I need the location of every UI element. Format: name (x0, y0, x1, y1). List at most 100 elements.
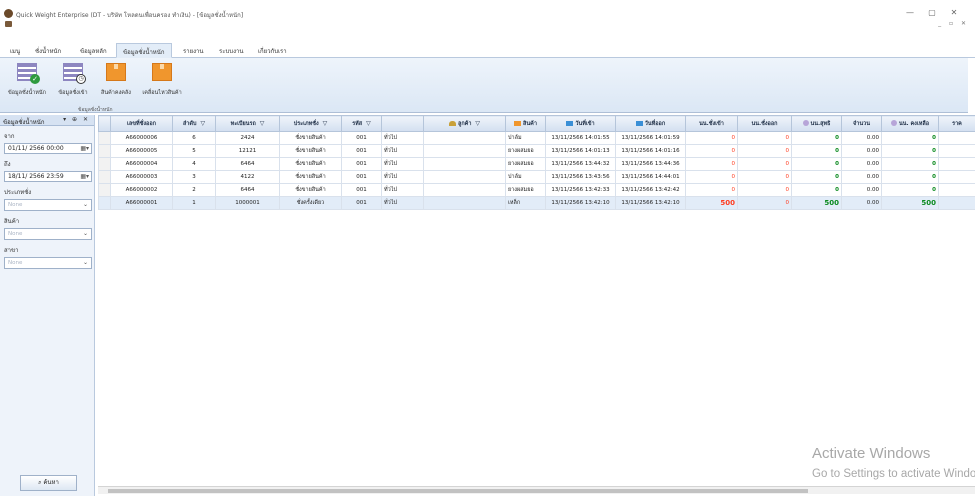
mdi-child-icon[interactable] (5, 21, 12, 27)
col-header-seq[interactable]: ลำดับ ▽ (172, 115, 216, 132)
tab-menu[interactable]: เมนู (10, 46, 20, 56)
maximize-button[interactable]: ▢ (925, 8, 939, 17)
row-selector[interactable] (98, 170, 111, 184)
col-header-price[interactable]: ราค (938, 115, 975, 132)
date-out-cell[interactable]: 13/11/2566 14:01:59 (615, 131, 686, 145)
remaining-cell[interactable]: 500 (881, 196, 939, 210)
type-cell[interactable]: ชั่งขายสินค้า (279, 170, 342, 184)
empty-cell[interactable] (423, 131, 506, 145)
type-cell[interactable]: ชั่งขายสินค้า (279, 144, 342, 158)
calendar-icon[interactable]: ▦▾ (80, 145, 89, 152)
weight-in-cell[interactable]: 0 (685, 144, 738, 158)
empty-cell[interactable] (938, 170, 975, 184)
col-header-date-in[interactable]: วันที่เข้า (545, 115, 616, 132)
empty-cell[interactable] (938, 144, 975, 158)
weight-in-cell[interactable]: 500 (685, 196, 738, 210)
date-out-cell[interactable]: 13/11/2566 13:42:10 (615, 196, 686, 210)
customer-cell[interactable]: ทั่วไป (381, 131, 424, 145)
col-header-net-weight[interactable]: นน.สุทธิ (791, 115, 842, 132)
col-header-weight-in[interactable]: นน.ชั่งเข้า (685, 115, 738, 132)
weight-out-cell[interactable]: 0 (737, 131, 792, 145)
doc-no-cell[interactable]: A66000006 (110, 131, 173, 145)
code-cell[interactable]: 001 (341, 157, 382, 171)
weight-out-cell[interactable]: 0 (737, 183, 792, 197)
empty-cell[interactable] (423, 183, 506, 197)
type-cell[interactable]: ชั่งขายสินค้า (279, 157, 342, 171)
weight-in-cell[interactable]: 0 (685, 131, 738, 145)
weight-out-cell[interactable]: 0 (737, 196, 792, 210)
date-in-cell[interactable]: 13/11/2566 13:44:32 (545, 157, 616, 171)
date-in-cell[interactable]: 13/11/2566 14:01:55 (545, 131, 616, 145)
net-weight-cell[interactable]: 0 (791, 131, 842, 145)
doc-no-cell[interactable]: A66000002 (110, 183, 173, 197)
date-out-cell[interactable]: 13/11/2566 14:01:16 (615, 144, 686, 158)
date-in-cell[interactable]: 13/11/2566 13:42:10 (545, 196, 616, 210)
net-weight-cell[interactable]: 0 (791, 170, 842, 184)
qty-cell[interactable]: 0.00 (841, 157, 882, 171)
weight-out-cell[interactable]: 0 (737, 170, 792, 184)
empty-cell[interactable] (423, 157, 506, 171)
qty-cell[interactable]: 0.00 (841, 144, 882, 158)
col-header-plate[interactable]: ทะเบียนรถ ▽ (215, 115, 280, 132)
empty-cell[interactable] (938, 196, 975, 210)
scrollbar-thumb[interactable] (108, 489, 808, 493)
table-row[interactable]: A66000005 5 12121 ชั่งขายสินค้า 001 ทั่วไป ยาง… (98, 144, 975, 158)
row-selector[interactable] (98, 196, 111, 210)
col-header-customer[interactable]: ลูกค้า ▽ (423, 115, 506, 132)
branch-select[interactable]: None ⌄ (4, 257, 92, 269)
product-select[interactable]: None ⌄ (4, 228, 92, 240)
net-weight-cell[interactable]: 0 (791, 157, 842, 171)
empty-cell[interactable] (423, 196, 506, 210)
empty-cell[interactable] (938, 131, 975, 145)
row-selector[interactable] (98, 183, 111, 197)
minimize-button[interactable]: — (903, 8, 917, 17)
col-header-blank[interactable] (381, 115, 424, 132)
plate-cell[interactable]: 6464 (215, 183, 280, 197)
doc-no-cell[interactable]: A66000004 (110, 157, 173, 171)
remaining-cell[interactable]: 0 (881, 170, 939, 184)
qty-cell[interactable]: 0.00 (841, 131, 882, 145)
col-header-qty[interactable]: จำนวน (841, 115, 882, 132)
tab-weighing[interactable]: ชั่งน้ำหนัก (35, 46, 61, 56)
tab-reports[interactable]: รายงาน (183, 46, 204, 56)
mdi-window-controls[interactable]: _ ▫ ✕ (938, 20, 969, 27)
tab-weighing-data[interactable]: ข้อมูลชั่งน้ำหนัก (116, 43, 172, 58)
seq-cell[interactable]: 4 (172, 157, 216, 171)
seq-cell[interactable]: 2 (172, 183, 216, 197)
product-cell[interactable]: ยางผสมยอ (505, 183, 546, 197)
date-out-cell[interactable]: 13/11/2566 14:44:01 (615, 170, 686, 184)
from-date-field[interactable]: 01/11/ 2566 00:00 ▦▾ (4, 143, 92, 154)
type-cell[interactable]: ชั่งครั้งเดียว (279, 196, 342, 210)
tab-about[interactable]: เกี่ยวกับเรา (258, 46, 287, 56)
search-button[interactable]: ⌕ ค้นหา (20, 475, 77, 491)
date-in-cell[interactable]: 13/11/2566 14:01:13 (545, 144, 616, 158)
horizontal-scrollbar[interactable] (98, 486, 975, 494)
col-header-product[interactable]: สินค้า (505, 115, 546, 132)
customer-cell[interactable]: ทั่วไป (381, 170, 424, 184)
filter-icon[interactable]: ▽ (260, 120, 265, 127)
date-out-cell[interactable]: 13/11/2566 13:44:36 (615, 157, 686, 171)
remaining-cell[interactable]: 0 (881, 157, 939, 171)
product-cell[interactable]: ปาล์ม (505, 170, 546, 184)
empty-cell[interactable] (938, 183, 975, 197)
qty-cell[interactable]: 0.00 (841, 170, 882, 184)
product-cell[interactable]: เหล็ก (505, 196, 546, 210)
empty-cell[interactable] (423, 170, 506, 184)
calendar-icon[interactable]: ▦▾ (80, 173, 89, 180)
plate-cell[interactable]: 12121 (215, 144, 280, 158)
seq-cell[interactable]: 3 (172, 170, 216, 184)
net-weight-cell[interactable]: 0 (791, 144, 842, 158)
customer-cell[interactable]: ทั่วไป (381, 157, 424, 171)
weight-in-cell[interactable]: 0 (685, 183, 738, 197)
weighing-data-button[interactable]: ✓ ข้อมูลชั่งน้ำหนัก (6, 63, 48, 97)
table-row[interactable]: A66000004 4 6464 ชั่งขายสินค้า 001 ทั่วไป ยางผ… (98, 157, 975, 171)
col-header-code[interactable]: รหัส ▽ (341, 115, 382, 132)
date-out-cell[interactable]: 13/11/2566 13:42:42 (615, 183, 686, 197)
close-button[interactable]: ✕ (947, 8, 961, 17)
filter-icon[interactable]: ▽ (366, 120, 371, 127)
remaining-cell[interactable]: 0 (881, 183, 939, 197)
col-header-date-out[interactable]: วันที่ออก (615, 115, 686, 132)
weight-in-cell[interactable]: 0 (685, 170, 738, 184)
product-movement-button[interactable]: เคลื่อนไหวสินค้า (140, 63, 184, 97)
row-selector[interactable] (98, 131, 111, 145)
